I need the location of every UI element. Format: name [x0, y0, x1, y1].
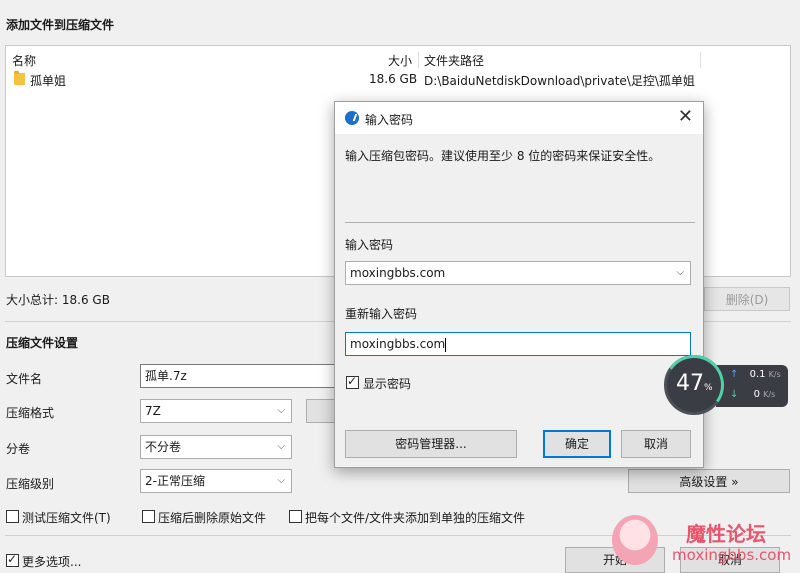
chevron-down-icon: ⌵ [277, 475, 285, 486]
show-password-label[interactable]: 显示密码 [363, 375, 411, 392]
download-value: 0 [753, 389, 760, 400]
more-options-label[interactable]: 更多选项... [22, 553, 81, 570]
chevron-down-icon: ⌵ [277, 441, 285, 452]
watermark-avatar [612, 515, 658, 565]
more-options-checkbox[interactable] [6, 552, 19, 567]
level-select[interactable]: 2-正常压缩 ⌵ [140, 469, 292, 493]
dialog-divider [345, 222, 695, 223]
app-logo-icon [345, 111, 359, 125]
bottom-divider [5, 535, 791, 536]
chevron-down-icon[interactable]: ⌵ [676, 262, 684, 284]
test-archive-checkbox[interactable] [6, 510, 19, 523]
speed-circle: 47% [659, 350, 729, 420]
format-label: 压缩格式 [6, 406, 55, 420]
watermark-url: moxingbbs.com [672, 546, 792, 564]
file-row-path: D:\BaiduNetdiskDownload\private\足控\孤单姐 [424, 74, 695, 88]
ok-button[interactable]: 确定 [543, 430, 611, 458]
download-unit: K/s [763, 390, 776, 399]
speed-percent-unit: % [704, 383, 713, 393]
format-select[interactable]: 7Z ⌵ [140, 399, 292, 423]
file-row-size: 18.6 GB [369, 72, 418, 86]
dialog-title: 输入密码 [365, 113, 414, 127]
filename-input[interactable]: 孤单.7z [140, 364, 340, 388]
level-select-value: 2-正常压缩 [145, 474, 205, 488]
level-label: 压缩级别 [6, 477, 55, 491]
download-speed: ↓ 0 K/s [730, 389, 775, 400]
watermark-title: 魔性论坛 [686, 522, 766, 546]
file-row-name: 孤单姐 [30, 74, 67, 88]
upload-unit: K/s [768, 370, 781, 379]
delete-after-checkbox[interactable] [142, 510, 155, 523]
password-dialog: 输入密码 ✕ 输入压缩包密码。建议使用至少 8 位的密码来保证安全性。 输入密码… [334, 101, 704, 468]
settings-section-title: 压缩文件设置 [6, 336, 79, 350]
separate-archives-checkbox[interactable] [289, 510, 302, 523]
password-manager-button[interactable]: 密码管理器... [345, 430, 517, 458]
speed-panel: ↑ 0.1 K/s ↓ 0 K/s [716, 365, 788, 407]
split-label: 分卷 [6, 442, 31, 456]
password-input-value: moxingbbs.com [350, 266, 446, 280]
column-header-name[interactable]: 名称 [12, 52, 36, 69]
text-cursor [445, 337, 447, 352]
total-size-label: 大小总计: 18.6 GB [6, 293, 110, 307]
advanced-settings-button[interactable]: 高级设置 » [628, 469, 790, 493]
split-select[interactable]: 不分卷 ⌵ [140, 435, 292, 459]
format-options-button[interactable] [306, 399, 336, 423]
speed-percent: 47% [676, 371, 713, 396]
upload-value: 0.1 [749, 369, 766, 380]
file-list-header: 名称 大小 文件夹路径 [6, 50, 790, 70]
delete-after-label[interactable]: 压缩后删除原始文件 [158, 509, 266, 526]
test-archive-label[interactable]: 测试压缩文件(T) [22, 509, 111, 526]
column-divider[interactable] [418, 52, 419, 68]
separate-archives-label[interactable]: 把每个文件/文件夹添加到单独的压缩文件 [305, 509, 525, 526]
folder-icon [14, 71, 25, 85]
format-select-value: 7Z [145, 404, 161, 418]
download-arrow-icon: ↓ [730, 389, 739, 400]
delete-button[interactable]: 删除(D) [704, 287, 790, 311]
column-header-path[interactable]: 文件夹路径 [424, 52, 484, 69]
file-row[interactable]: 孤单姐 18.6 GB D:\BaiduNetdiskDownload\priv… [6, 70, 790, 90]
password-label: 输入密码 [345, 238, 394, 252]
filename-label: 文件名 [6, 372, 43, 386]
confirm-password-label: 重新输入密码 [345, 307, 418, 321]
confirm-password-input-value: moxingbbs.com [350, 337, 446, 351]
upload-speed: ↑ 0.1 K/s [730, 369, 781, 380]
network-speed-widget[interactable]: ↑ 0.1 K/s ↓ 0 K/s 47% [659, 350, 790, 420]
split-select-value: 不分卷 [145, 440, 182, 454]
upload-arrow-icon: ↑ [730, 369, 739, 380]
show-password-checkbox[interactable] [346, 374, 359, 389]
password-input[interactable]: moxingbbs.com ⌵ [345, 261, 691, 285]
close-icon[interactable]: ✕ [678, 106, 693, 128]
dialog-cancel-button[interactable]: 取消 [621, 430, 691, 458]
column-header-size[interactable]: 大小 [388, 52, 412, 69]
dialog-description: 输入压缩包密码。建议使用至少 8 位的密码来保证安全性。 [345, 149, 661, 163]
speed-percent-value: 47 [676, 371, 704, 396]
files-section-title: 添加文件到压缩文件 [6, 18, 115, 32]
dialog-titlebar[interactable]: 输入密码 ✕ [335, 102, 703, 134]
column-divider[interactable] [700, 52, 701, 68]
chevron-down-icon: ⌵ [277, 405, 285, 416]
confirm-password-input[interactable]: moxingbbs.com [345, 332, 691, 356]
